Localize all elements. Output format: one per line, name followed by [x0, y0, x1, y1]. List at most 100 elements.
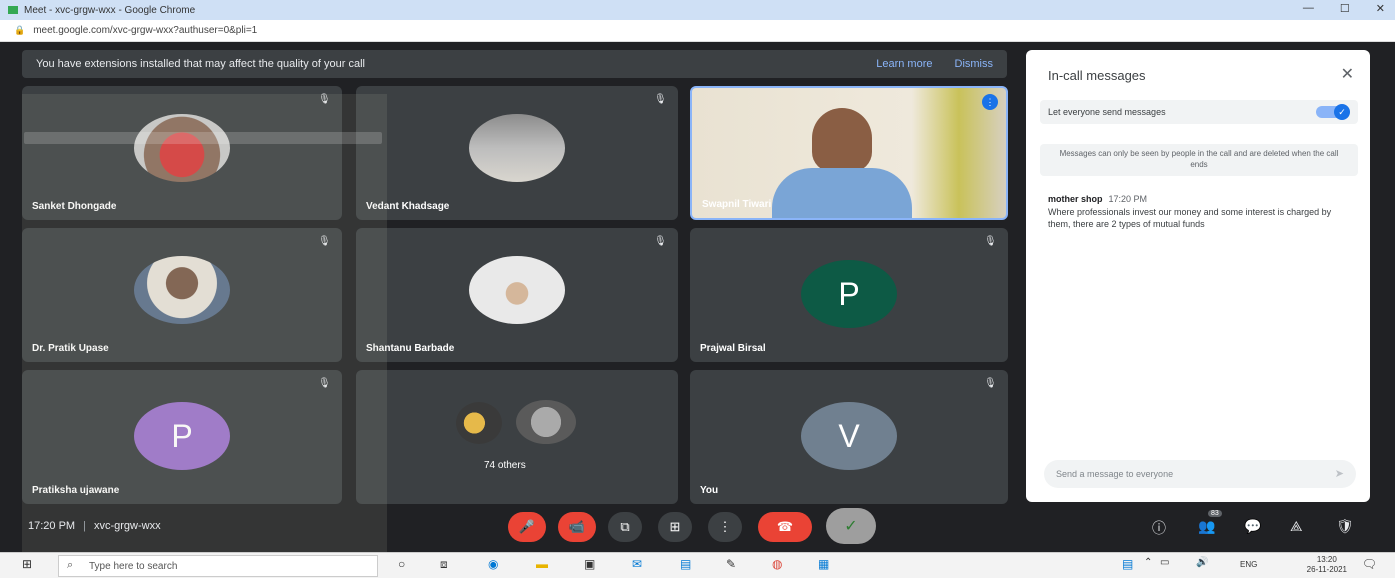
captions-button[interactable]: ⧉ — [608, 512, 642, 542]
app-tile-icon[interactable]: ▦ — [818, 557, 829, 571]
mic-muted-icon: 🎙 — [654, 236, 667, 247]
send-icon[interactable]: ➤ — [1335, 467, 1344, 480]
dismiss-link[interactable]: Dismiss — [955, 58, 994, 70]
browser-title-bar: Meet - xvc-grgw-wxx - Google Chrome — ☐ … — [0, 0, 1395, 20]
edge-icon[interactable]: ◉ — [488, 557, 498, 571]
address-bar[interactable]: 🔒 meet.google.com/xvc-grgw-wxx?authuser=… — [0, 20, 1395, 42]
taskbar-search-placeholder: Type here to search — [89, 560, 178, 572]
taskbar-date: 26-11-2021 — [1306, 564, 1347, 574]
mic-muted-icon: 🎙 — [984, 236, 997, 247]
separator: | — [83, 520, 86, 532]
taskbar-time: 13:20 — [1316, 555, 1337, 564]
close-window-button[interactable]: ✕ — [1376, 2, 1385, 15]
close-icon[interactable]: ✕ — [1341, 64, 1354, 84]
meeting-details: 17:20 PM | xvc-grgw-wxx — [28, 520, 161, 532]
volume-icon[interactable]: 🔊 — [1196, 557, 1208, 568]
participant-tile[interactable]: 🎙 Sanket Dhongade — [22, 86, 342, 220]
participant-photo — [469, 256, 565, 324]
file-explorer-icon[interactable]: ▬ — [536, 557, 548, 571]
participant-name: Shantanu Barbade — [366, 343, 455, 354]
mail-icon[interactable]: ✉ — [632, 557, 642, 571]
avatar-initial: V — [801, 402, 897, 470]
participant-name: Dr. Pratik Upase — [32, 343, 109, 354]
app-l-tray-icon[interactable]: ▤ — [1122, 557, 1133, 571]
message-sender: mother shop — [1048, 194, 1103, 204]
network-icon[interactable]: ▭ — [1160, 557, 1169, 568]
minimize-button[interactable]: — — [1303, 2, 1314, 15]
participant-tile[interactable]: 🎙 Dr. Pratik Upase — [22, 228, 342, 362]
check-icon: ✓ — [1334, 104, 1350, 120]
participant-name: Prajwal Birsal — [700, 343, 766, 354]
mic-muted-icon: 🎙 — [984, 378, 997, 389]
participant-video — [812, 108, 872, 172]
mic-muted-icon: 🎙 — [318, 236, 331, 247]
mic-muted-icon: 🎙 — [318, 378, 331, 389]
participant-tile[interactable]: P 🎙 Prajwal Birsal — [690, 228, 1008, 362]
learn-more-link[interactable]: Learn more — [876, 58, 932, 70]
chat-title: In-call messages — [1048, 68, 1146, 83]
participant-name: Pratiksha ujawane — [32, 485, 120, 496]
camera-off-icon: 📹 — [568, 519, 586, 534]
more-options-button[interactable]: ⋮ — [708, 512, 742, 542]
lock-icon: 🔒 — [14, 25, 26, 35]
app-l-icon[interactable]: ▤ — [680, 557, 691, 571]
chrome-icon[interactable]: ◍ — [772, 557, 782, 571]
info-icon[interactable]: ⓘ — [1152, 518, 1166, 538]
microphone-off-button[interactable]: 🎤 — [508, 512, 546, 542]
notification-icon[interactable]: 🗨 — [1362, 557, 1377, 571]
avatar-initial: P — [134, 402, 230, 470]
cortana-icon[interactable]: ○ — [398, 557, 405, 571]
camera-off-button[interactable]: 📹 — [558, 512, 596, 542]
participant-name: Swapnil Tiwari — [702, 199, 772, 210]
chat-note: Messages can only be seen by people in t… — [1040, 144, 1358, 176]
browser-title: Meet - xvc-grgw-wxx - Google Chrome — [24, 4, 196, 16]
people-icon[interactable]: 👥 — [1198, 518, 1215, 535]
participant-video-shirt — [772, 168, 912, 218]
avatar-initial: P — [801, 260, 897, 328]
participant-tile[interactable]: P 🎙 Pratiksha ujawane — [22, 370, 342, 504]
self-tile[interactable]: V 🎙 You — [690, 370, 1008, 504]
tray-chevron-icon[interactable]: ⌃ — [1144, 557, 1152, 568]
check-icon: ✓ — [844, 518, 858, 535]
participant-photo — [134, 114, 230, 182]
taskbar-clock[interactable]: 13:20 26-11-2021 — [1307, 555, 1347, 574]
app-tool-icon[interactable]: ✎ — [726, 557, 736, 571]
message-header: mother shop 17:20 PM — [1048, 194, 1147, 204]
mic-muted-icon: 🎙 — [654, 94, 667, 105]
others-count: 74 others — [484, 460, 526, 471]
banner-text: You have extensions installed that may a… — [36, 58, 365, 70]
participant-photo — [516, 400, 576, 444]
others-tile[interactable]: 74 others — [356, 370, 678, 504]
task-view-icon[interactable]: ⧈ — [440, 557, 448, 572]
windows-start-icon[interactable]: ⊞ — [22, 557, 32, 571]
participant-tile[interactable]: 🎙 Shantanu Barbade — [356, 228, 678, 362]
chat-panel: In-call messages ✕ Let everyone send mes… — [1026, 50, 1370, 502]
speaking-indicator-icon: ⋮ — [982, 94, 998, 110]
send-messages-setting: Let everyone send messages ✓ — [1040, 100, 1358, 124]
maximize-button[interactable]: ☐ — [1340, 2, 1350, 15]
mic-muted-icon: 🎙 — [318, 94, 331, 105]
language-indicator[interactable]: ENG — [1240, 560, 1257, 569]
participant-tile-active-speaker[interactable]: ⋮ Swapnil Tiwari — [690, 86, 1008, 220]
send-messages-toggle[interactable]: ✓ — [1316, 104, 1350, 120]
participant-count-badge: 83 — [1208, 510, 1222, 517]
leave-call-button[interactable]: ☎ — [758, 512, 812, 542]
url-text[interactable]: meet.google.com/xvc-grgw-wxx?authuser=0&… — [33, 25, 257, 36]
window-overlay-bar — [24, 132, 382, 144]
store-icon[interactable]: ▣ — [584, 557, 595, 571]
checkmark-overlay: ✓ — [826, 508, 876, 544]
present-button[interactable]: ⊞ — [658, 512, 692, 542]
message-input[interactable]: Send a message to everyone ➤ — [1044, 460, 1356, 488]
search-icon: ⌕ — [67, 559, 74, 571]
meeting-code[interactable]: xvc-grgw-wxx — [94, 520, 161, 532]
chat-icon[interactable]: 💬 — [1244, 518, 1261, 535]
meet-window: You have extensions installed that may a… — [0, 42, 1395, 552]
message-text: Where professionals invest our money and… — [1048, 207, 1332, 229]
meet-favicon — [8, 6, 18, 14]
windows-taskbar: ⊞ ⌕ Type here to search ○ ⧈ ◉ ▬ ▣ ✉ ▤ ✎ … — [0, 552, 1395, 578]
activities-icon[interactable]: ⟁ — [1290, 518, 1303, 535]
taskbar-search[interactable]: ⌕ Type here to search — [58, 555, 378, 577]
participant-tile[interactable]: 🎙 Vedant Khadsage — [356, 86, 678, 220]
host-controls-icon[interactable]: 🛡 — [1336, 518, 1354, 535]
present-icon: ⊞ — [669, 519, 681, 534]
